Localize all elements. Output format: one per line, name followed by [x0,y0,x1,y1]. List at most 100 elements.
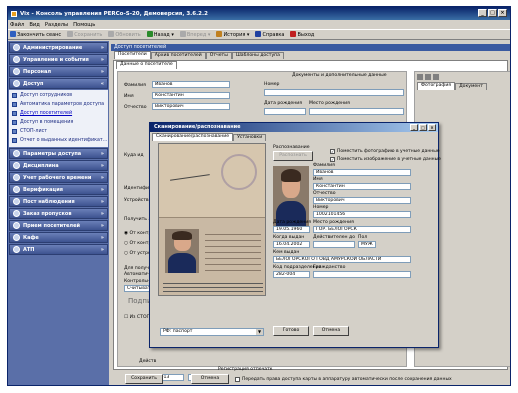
sidebar-item-passes[interactable]: Заказ пропусков» [9,208,108,219]
tab-reports[interactable]: Отчеты [205,52,232,59]
sidebar-item-params[interactable]: Параметры доступа» [9,148,108,159]
photo-checkbox[interactable]: ✓ Поместить фотографию в учетные данные [330,149,440,154]
sidebar-item-post[interactable]: Пост наблюдения» [9,196,108,207]
app-icon [11,10,17,17]
doc-icon [12,138,17,143]
doc-icon [12,120,17,125]
tab-templates[interactable]: Шаблоны доступа [231,52,284,59]
issued-by-field[interactable]: БЕЛОГОРСКОГО ГОВД АМУРСКОЙ ОБЛАСТИ [273,256,411,263]
tab-scanning[interactable]: Сканирование/распознавание [152,133,234,141]
close-button[interactable]: × [498,9,507,17]
name-label: Имя [313,177,323,182]
name-label: Имя [124,94,134,99]
tab-document[interactable]: Документ [455,83,487,90]
sidebar-link-automation[interactable]: Автоматика параметров доступа [12,100,108,109]
cancel-visitor-button[interactable]: Отмена [191,374,229,384]
save-button[interactable]: Сохранить [67,31,102,38]
birth-date-field[interactable] [264,108,306,115]
sidebar-link-employees[interactable]: Доступ сотрудников [12,91,108,100]
access-icon [13,80,20,87]
history-button[interactable]: История ▾ [216,31,249,38]
transfer-checkbox[interactable]: Передать права доступа карты в аппаратур… [235,377,452,382]
dialog-cancel-button[interactable]: Отмена [313,326,349,336]
birth-date-label: Дата рождения [264,101,302,106]
sex-field[interactable]: МУЖ [358,241,376,248]
camera-icon [13,198,20,205]
dialog-title-bar: Сканирование/распознавание _ □ × [150,123,438,132]
sidebar-item-atp[interactable]: АТП» [9,244,108,255]
end-session-button[interactable]: Закончить сеанс [10,31,61,38]
admin-icon [13,44,20,51]
tab-visitors[interactable]: Посетители [114,51,151,59]
tab-settings[interactable]: Установки [233,134,267,141]
number-field[interactable]: 1002101456 [313,211,411,218]
passport-text-lines [205,229,261,273]
exit-button[interactable]: Выход [290,31,314,38]
tab-archive[interactable]: Архив посетителей [150,52,206,59]
code-field[interactable]: 282-004 [273,271,310,278]
tab-photo[interactable]: Фотография [417,82,456,90]
birth-place-field[interactable]: ГОР. БЕЛОГОРСК [313,226,411,233]
recognize-button[interactable]: Распознать [273,151,313,161]
access-submenu: Доступ сотрудников Автоматика параметров… [9,90,108,147]
dialog-minimize-button[interactable]: _ [410,124,418,131]
issued-field[interactable]: 16.04.2002 [273,241,310,248]
valid-field[interactable] [313,241,355,248]
chevron-icon: » [100,56,104,63]
menu-sections[interactable]: Разделы [45,22,68,28]
name-field[interactable]: Константин [152,92,230,99]
name-field[interactable]: Константин [313,183,411,190]
device-label: Устройство [124,198,152,203]
refresh-button[interactable]: Обновить [108,31,141,38]
patronymic-label: Отчество [124,105,147,110]
number-field[interactable] [264,89,404,96]
back-button[interactable]: Назад ▾ [146,31,174,38]
sidebar-item-reception[interactable]: Прием посетителей» [9,220,108,231]
sidebar-link-stoplist[interactable]: СТОП-лист [12,127,108,136]
dialog-maximize-button[interactable]: □ [419,124,427,131]
image-checkbox[interactable]: ✓ Поместить изображение в учетные данные [330,157,441,162]
events-icon [13,56,20,63]
maximize-button[interactable]: □ [488,9,497,17]
sidebar-item-cafe[interactable]: Кафе» [9,232,108,243]
menu-help[interactable]: Помощь [73,22,95,28]
dialog-ok-button[interactable]: Готово [273,326,309,336]
sidebar-item-worktime[interactable]: Учет рабочего времени» [9,172,108,183]
patronymic-field[interactable]: Викторович [313,197,411,204]
birth-place-field[interactable] [309,108,404,115]
to-whom-label: Куда ид [124,153,144,158]
sidebar-item-discipline[interactable]: Дисциплина» [9,160,108,171]
dialog-close-button[interactable]: × [428,124,436,131]
visitor-icon [13,222,20,229]
window-title: Vix - Консоль управления PERCo-S-20, Дем… [20,10,208,17]
forward-button[interactable]: Вперед ▾ [179,31,210,38]
surname-field[interactable]: Иванов [313,169,411,176]
birth-date-field[interactable]: 19.05.1960 [273,226,310,233]
sidebar-item-access[interactable]: Доступ « [9,78,108,89]
sidebar-item-admin[interactable]: Администрирование» [9,42,108,53]
sidebar-item-verification[interactable]: Верификация» [9,184,108,195]
chevron-up-icon: « [100,80,104,87]
camera-icon[interactable] [425,74,431,80]
tab-visitor-data[interactable]: Данные о посетителе [116,61,177,69]
open-icon[interactable] [433,74,439,80]
stamp-mark [221,154,257,190]
bus-icon [13,246,20,253]
surname-field[interactable]: Иванов [152,81,230,88]
citizenship-field[interactable] [313,271,411,278]
issued-label: Когда выдан [273,235,305,240]
sidebar-item-personnel[interactable]: Персонал» [9,66,108,77]
sidebar-link-visitors[interactable]: Доступ посетителей [12,109,108,118]
sidebar-link-rooms[interactable]: Доступ в помещения [12,118,108,127]
section-caption: Доступ посетителей [111,44,510,51]
patronymic-field[interactable]: Викторович [152,103,230,110]
scan-icon[interactable] [417,74,423,80]
sidebar-item-control[interactable]: Управление и события» [9,54,108,65]
help-button[interactable]: Справка [255,31,284,38]
minimize-button[interactable]: _ [478,9,487,17]
save-visitor-button[interactable]: Сохранить [125,374,163,384]
doc-type-select[interactable]: РФ: паспорт [160,328,264,336]
sidebar-link-report[interactable]: Отчет о выданных идентификат... [12,136,108,145]
menu-view[interactable]: Вид [29,22,40,28]
menu-file[interactable]: Файл [10,22,24,28]
